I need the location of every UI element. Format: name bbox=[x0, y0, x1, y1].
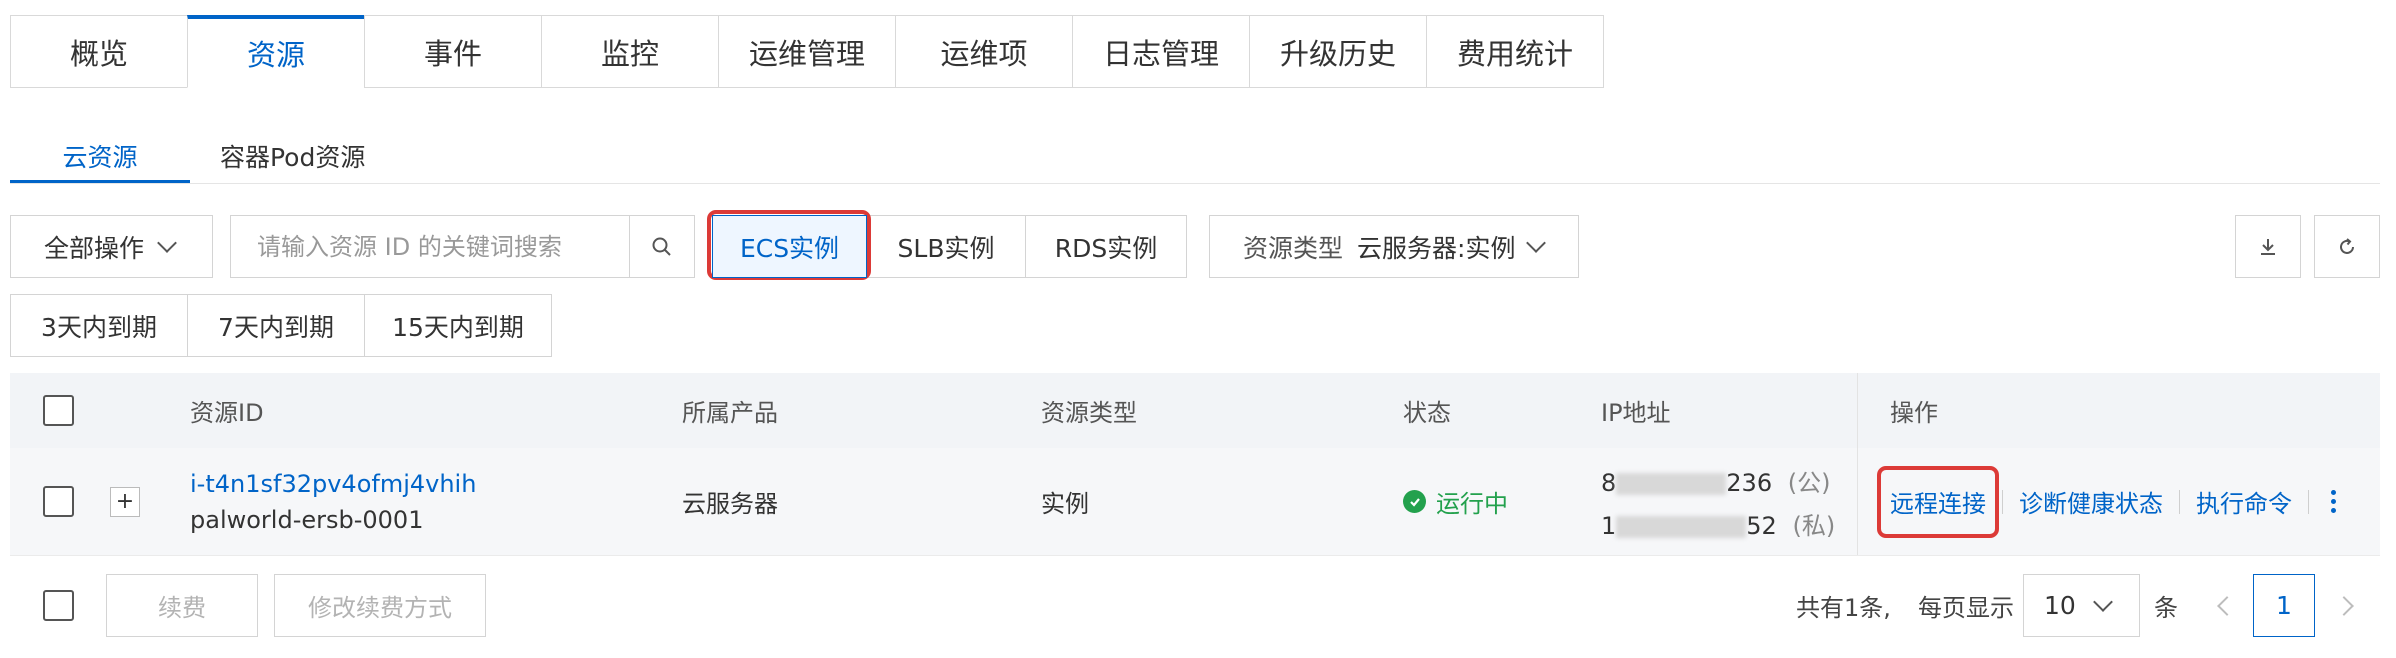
remote-connect-link[interactable]: 远程连接 bbox=[1890, 484, 1986, 519]
chevron-down-icon bbox=[157, 232, 177, 253]
total-count: 共有1条, bbox=[1796, 594, 1891, 622]
search-box bbox=[230, 215, 631, 278]
row-checkbox[interactable] bbox=[43, 486, 74, 517]
col-product: 所属产品 bbox=[682, 399, 778, 427]
bulk-actions-dropdown[interactable]: 全部操作 bbox=[10, 215, 213, 278]
col-resource-type: 资源类型 bbox=[1041, 399, 1137, 427]
tab-log-management[interactable]: 日志管理 bbox=[1072, 15, 1250, 88]
public-ip-suffix: 236 bbox=[1726, 468, 1773, 497]
masked-ip bbox=[1616, 472, 1727, 495]
public-ip-tag: (公) bbox=[1787, 468, 1831, 497]
resource-type-dropdown[interactable]: 资源类型 云服务器:实例 bbox=[1209, 215, 1579, 278]
ecs-instance-button[interactable]: ECS实例 bbox=[712, 215, 867, 278]
col-resource-id: 资源ID bbox=[190, 399, 264, 427]
col-actions: 操作 bbox=[1890, 399, 1938, 427]
status-cell: 运行中 bbox=[1403, 448, 1508, 555]
diagnose-health-link[interactable]: 诊断健康状态 bbox=[2019, 484, 2163, 519]
private-ip-suffix: 52 bbox=[1746, 511, 1777, 540]
chevron-down-icon bbox=[2092, 591, 2113, 612]
tab-cost-stats[interactable]: 费用统计 bbox=[1426, 15, 1604, 88]
public-ip-prefix: 8 bbox=[1601, 468, 1617, 497]
check-circle-icon bbox=[1403, 490, 1426, 513]
footer-select-all bbox=[43, 590, 74, 621]
change-renew-method-button[interactable]: 修改续费方式 bbox=[274, 574, 486, 637]
tab-ops-items[interactable]: 运维项 bbox=[895, 15, 1073, 88]
expiry-7days-button[interactable]: 7天内到期 bbox=[187, 294, 365, 357]
private-ip-prefix: 1 bbox=[1601, 511, 1617, 540]
search-input[interactable] bbox=[257, 232, 607, 261]
tab-upgrade-history[interactable]: 升级历史 bbox=[1249, 15, 1427, 88]
per-page-label: 每页显示 bbox=[1918, 594, 2014, 622]
public-ip: 8 236 (公) bbox=[1601, 463, 1830, 498]
separator bbox=[2002, 489, 2003, 514]
expand-row-button[interactable]: + bbox=[110, 486, 140, 517]
run-command-link[interactable]: 执行命令 bbox=[2196, 484, 2292, 519]
subtab-pod-resources[interactable]: 容器Pod资源 bbox=[190, 128, 399, 184]
tab-resources[interactable]: 资源 bbox=[187, 15, 365, 88]
chevron-right-icon bbox=[2334, 595, 2354, 616]
status-text: 运行中 bbox=[1436, 490, 1508, 518]
type-cell: 实例 bbox=[1041, 490, 1089, 518]
private-ip: 1 52 (私) bbox=[1601, 506, 1835, 541]
bulk-actions-label: 全部操作 bbox=[44, 233, 145, 263]
download-button[interactable] bbox=[2235, 215, 2301, 278]
resource-name: palworld-ersb-0001 bbox=[190, 505, 424, 534]
sub-tabs: 云资源 容器Pod资源 bbox=[10, 128, 399, 184]
col-ip: IP地址 bbox=[1601, 399, 1671, 427]
col-status: 状态 bbox=[1403, 399, 1451, 427]
slb-instance-button[interactable]: SLB实例 bbox=[866, 215, 1026, 278]
search-icon bbox=[652, 237, 671, 256]
tab-monitoring[interactable]: 监控 bbox=[541, 15, 719, 88]
prev-page-button[interactable] bbox=[2193, 574, 2255, 637]
page-size-value: 10 bbox=[2044, 591, 2076, 620]
table-row: + i-t4n1sf32pv4ofmj4vhih palworld-ersb-0… bbox=[10, 448, 2380, 556]
ip-cell: 8 236 (公) 1 52 (私) bbox=[1601, 448, 1835, 555]
product-cell: 云服务器 bbox=[682, 490, 778, 518]
expiry-3days-button[interactable]: 3天内到期 bbox=[10, 294, 188, 357]
tab-overview[interactable]: 概览 bbox=[10, 15, 188, 88]
resource-id-link[interactable]: i-t4n1sf32pv4ofmj4vhih bbox=[190, 470, 476, 498]
expiry-filter-group: 3天内到期 7天内到期 15天内到期 bbox=[10, 294, 552, 357]
instance-type-switch: ECS实例 SLB实例 RDS实例 bbox=[712, 215, 1187, 278]
per-page-unit: 条 bbox=[2154, 594, 2178, 622]
refresh-icon bbox=[2340, 237, 2354, 254]
resource-table: 资源ID 所属产品 资源类型 状态 IP地址 操作 + i-t4n1sf32pv… bbox=[10, 373, 2380, 556]
refresh-button[interactable] bbox=[2314, 215, 2380, 278]
tab-events[interactable]: 事件 bbox=[364, 15, 542, 88]
chevron-down-icon bbox=[1526, 232, 1547, 253]
divider bbox=[10, 183, 2380, 184]
page-size-select[interactable]: 10 bbox=[2023, 574, 2140, 637]
top-tabs: 概览 资源 事件 监控 运维管理 运维项 日志管理 升级历史 费用统计 bbox=[10, 15, 1604, 88]
table-header: 资源ID 所属产品 资源类型 状态 IP地址 操作 bbox=[10, 373, 2380, 448]
more-actions-icon[interactable] bbox=[2331, 490, 2336, 513]
subtab-cloud-resources[interactable]: 云资源 bbox=[10, 128, 190, 184]
separator bbox=[2308, 489, 2309, 514]
footer-checkbox[interactable] bbox=[43, 590, 74, 621]
next-page-button[interactable] bbox=[2316, 574, 2378, 637]
resource-type-value: 云服务器:实例 bbox=[1357, 233, 1516, 263]
download-icon bbox=[2261, 238, 2275, 255]
chevron-left-icon bbox=[2217, 595, 2237, 616]
page-1-button[interactable]: 1 bbox=[2253, 574, 2315, 637]
search-button[interactable] bbox=[629, 215, 695, 278]
select-all-checkbox[interactable] bbox=[43, 395, 74, 426]
tab-ops-management[interactable]: 运维管理 bbox=[718, 15, 896, 88]
private-ip-tag: (私) bbox=[1792, 511, 1836, 540]
resource-type-label: 资源类型 bbox=[1243, 233, 1344, 263]
actions-cell: 远程连接 诊断健康状态 执行命令 bbox=[1890, 448, 2336, 555]
rds-instance-button[interactable]: RDS实例 bbox=[1025, 215, 1187, 278]
separator bbox=[2179, 489, 2180, 514]
expiry-15days-button[interactable]: 15天内到期 bbox=[364, 294, 552, 357]
renew-button[interactable]: 续费 bbox=[106, 574, 258, 637]
masked-ip bbox=[1616, 515, 1747, 538]
